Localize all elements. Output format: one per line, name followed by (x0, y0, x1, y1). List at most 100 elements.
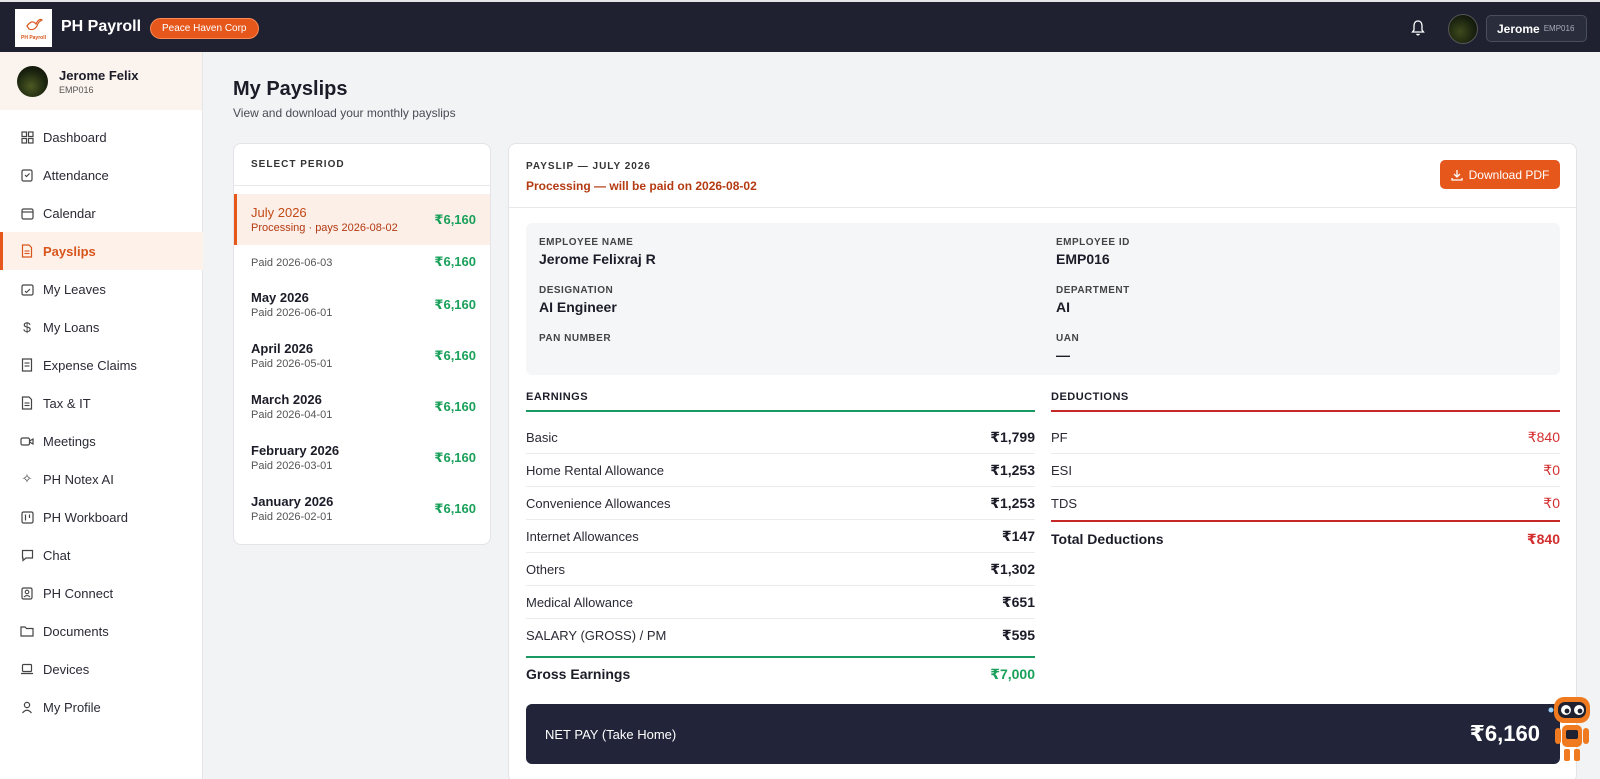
deductions-section: DEDUCTIONS PF ₹840 ESI ₹0 TDS ₹0 Total Dedu… (1051, 391, 1560, 556)
employee-name-field: EMPLOYEE NAME Jerome Felixraj R (539, 237, 656, 267)
field-value: EMP016 (1056, 251, 1110, 267)
calendar-check-icon (20, 282, 34, 296)
sidebar-item-label: My Leaves (43, 281, 106, 297)
payslip-header: PAYSLIP — JULY 2026 Processing — will be… (509, 144, 1576, 208)
avatar[interactable] (1448, 14, 1478, 44)
company-badge[interactable]: Peace Haven Corp (150, 18, 259, 39)
sidebar-item-attendance[interactable]: Attendance (0, 156, 203, 194)
field-label: DESIGNATION (539, 285, 614, 296)
sidebar-item-devices[interactable]: Devices (0, 650, 203, 688)
field-label: EMPLOYEE NAME (539, 237, 634, 248)
sidebar-item-tax-it[interactable]: Tax & IT (0, 384, 203, 422)
net-pay-amount: ₹6,160 (1469, 721, 1540, 746)
period-amount: ₹6,160 (434, 500, 476, 516)
user-icon (20, 700, 34, 714)
sidebar-item-documents[interactable]: Documents (0, 612, 203, 650)
chat-icon (20, 548, 34, 562)
period-item-january-2026[interactable]: January 2026 Paid 2026-02-01 ₹6,160 (234, 483, 490, 534)
robot-assistant-icon[interactable] (1548, 693, 1596, 767)
sidebar-nav: Dashboard Attendance Calendar Payslips M… (0, 118, 203, 726)
employee-info: EMPLOYEE NAME Jerome Felixraj R EMPLOYEE… (526, 223, 1560, 375)
field-label: DEPARTMENT (1056, 285, 1130, 296)
bell-icon[interactable] (1410, 19, 1426, 37)
period-item-july-2026[interactable]: July 2026 Processing · pays 2026-08-02 ₹… (234, 194, 490, 245)
total-amount: ₹7,000 (990, 665, 1035, 682)
video-icon (20, 434, 34, 448)
sidebar-item-label: Tax & IT (43, 395, 91, 411)
row-amount: ₹0 (1543, 495, 1560, 511)
row-label: Basic (526, 429, 558, 445)
row-amount: ₹840 (1527, 428, 1560, 445)
total-label: Gross Earnings (526, 666, 631, 682)
sidebar-item-label: PH Workboard (43, 509, 129, 525)
folder-icon (20, 624, 34, 638)
row-amount: ₹1,302 (990, 560, 1035, 577)
sidebar-item-calendar[interactable]: Calendar (0, 194, 203, 232)
sidebar-item-label: Chat (43, 547, 71, 563)
net-pay-label: NET PAY (Take Home) (545, 726, 677, 742)
row-label: ESI (1051, 462, 1072, 478)
period-item-may-2026[interactable]: May 2026 Paid 2026-06-01 ₹6,160 (234, 279, 490, 330)
download-pdf-button[interactable]: Download PDF (1440, 160, 1560, 189)
row-amount: ₹147 (1001, 527, 1035, 544)
deductions-title: DEDUCTIONS (1051, 391, 1560, 412)
file-icon (20, 396, 34, 410)
sidebar-item-label: My Profile (43, 699, 101, 715)
designation-field: DESIGNATION AI Engineer (539, 285, 617, 315)
sidebar-item-meetings[interactable]: Meetings (0, 422, 203, 460)
period-item-april-2026[interactable]: April 2026 Paid 2026-05-01 ₹6,160 (234, 330, 490, 381)
app-title: PH Payroll (61, 18, 142, 35)
sidebar-item-label: Documents (43, 623, 109, 639)
period-item-march-2026[interactable]: March 2026 Paid 2026-04-01 ₹6,160 (234, 381, 490, 432)
earnings-row: SALARY (GROSS) / PM ₹595 (526, 619, 1035, 652)
row-label: Internet Allowances (526, 528, 639, 544)
earnings-title: EARNINGS (526, 391, 1035, 412)
sidebar-item-chat[interactable]: Chat (0, 536, 203, 574)
user-menu-button[interactable]: Jerome EMP016 (1486, 15, 1587, 42)
row-label: TDS (1051, 496, 1077, 511)
clipboard-icon (20, 168, 34, 182)
sparkle-icon: ✧ (21, 471, 33, 486)
sidebar: Jerome Felix EMP016 Dashboard Attendance… (0, 52, 203, 779)
field-label: EMPLOYEE ID (1056, 237, 1130, 248)
earnings-row: Others ₹1,302 (526, 553, 1035, 586)
period-list: SELECT PERIOD July 2026 Processing · pay… (233, 143, 491, 545)
contact-icon (20, 586, 34, 600)
sidebar-item-ph-connect[interactable]: PH Connect (0, 574, 203, 612)
total-amount: ₹840 (1526, 530, 1560, 547)
sidebar-item-label: Payslips (43, 243, 96, 259)
sidebar-item-ph-workboard[interactable]: PH Workboard (0, 498, 203, 536)
user-id: EMP016 (1543, 24, 1575, 33)
earnings-row: Home Rental Allowance ₹1,253 (526, 454, 1035, 487)
sidebar-item-ph-notex-ai[interactable]: ✧ PH Notex AI (0, 460, 203, 498)
row-label: SALARY (GROSS) / PM (526, 628, 667, 643)
calendar-icon (20, 206, 34, 220)
field-value: Jerome Felixraj R (539, 251, 656, 267)
grid-icon (20, 130, 34, 144)
sidebar-item-expense-claims[interactable]: Expense Claims (0, 346, 203, 384)
user-name: Jerome (1497, 21, 1540, 36)
payslip-title: PAYSLIP — JULY 2026 (526, 161, 651, 172)
uan-field: UAN — (1056, 333, 1079, 363)
sidebar-item-label: Dashboard (43, 129, 107, 145)
period-amount: ₹6,160 (434, 296, 476, 312)
sidebar-item-label: PH Connect (43, 585, 114, 601)
sidebar-item-my-profile[interactable]: My Profile (0, 688, 203, 726)
sidebar-profile[interactable]: Jerome Felix EMP016 (0, 52, 202, 110)
sidebar-item-label: Attendance (43, 167, 109, 183)
deductions-row: ESI ₹0 (1051, 454, 1560, 487)
sidebar-item-my-leaves[interactable]: My Leaves (0, 270, 203, 308)
sidebar-item-payslips[interactable]: Payslips (0, 232, 203, 270)
period-item-june-2026[interactable]: Paid 2026-06-03 ₹6,160 (234, 245, 490, 279)
app-logo[interactable]: PH Payroll (15, 9, 52, 47)
row-label: Home Rental Allowance (526, 462, 665, 478)
field-value: — (1056, 347, 1070, 363)
sidebar-item-dashboard[interactable]: Dashboard (0, 118, 203, 156)
profile-name: Jerome Felix (59, 67, 139, 83)
sidebar-item-label: Devices (43, 661, 90, 677)
sidebar-item-label: Meetings (43, 433, 96, 449)
period-item-february-2026[interactable]: February 2026 Paid 2026-03-01 ₹6,160 (234, 432, 490, 483)
payslip-status: Processing — will be paid on 2026-08-02 (526, 179, 757, 193)
gross-earnings-row: Gross Earnings ₹7,000 (526, 656, 1035, 690)
sidebar-item-my-loans[interactable]: $ My Loans (0, 308, 203, 346)
